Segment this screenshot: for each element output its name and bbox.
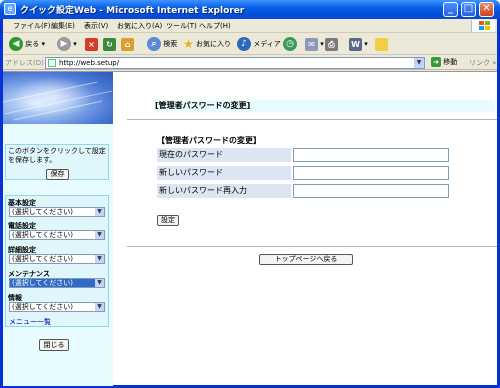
address-input[interactable]: http://web.setup/ ▼ — [45, 57, 425, 69]
menu-list-link[interactable]: メニュー一覧 — [9, 317, 51, 327]
new-password-row: 新しいパスワード — [157, 166, 449, 180]
basic-settings-value: (選択してください) — [12, 208, 74, 216]
new-password-label: 新しいパスワード — [157, 166, 291, 180]
divider — [127, 119, 497, 120]
menu-view[interactable]: 表示(V) — [84, 21, 108, 31]
close-button[interactable]: 閉じる — [39, 339, 69, 351]
save-instruction: このボタンをクリックして設定を保存します。 — [8, 147, 106, 164]
print-button[interactable]: ⎙ — [325, 36, 338, 52]
divider — [127, 246, 497, 247]
edit-button[interactable]: W ▾ — [349, 36, 368, 52]
page-icon — [48, 59, 56, 67]
address-bar: アドレス(D) http://web.setup/ ▼ ➜ 移動 リンク » — [3, 56, 497, 70]
favorites-button[interactable]: ★ お気に入り — [183, 36, 231, 52]
info-select[interactable]: (選択してください) ▼ — [9, 302, 105, 312]
discuss-icon — [375, 37, 388, 51]
discuss-button[interactable] — [375, 36, 388, 52]
basic-settings-select[interactable]: (選択してください) ▼ — [9, 207, 105, 217]
menu-edit[interactable]: 編集(E) — [51, 21, 75, 31]
menu-tools[interactable]: ツール(T) — [166, 21, 197, 31]
address-dropdown-icon[interactable]: ▼ — [414, 58, 424, 68]
forward-icon: ▶ — [57, 37, 71, 51]
page-title: [管理者パスワードの変更] — [155, 100, 495, 112]
main-content: [管理者パスワードの変更] 【管理者パスワードの変更】 現在のパスワード 新しい… — [113, 72, 497, 386]
menu-help[interactable]: ヘルプ(H) — [199, 21, 231, 31]
history-button[interactable]: ◷ — [283, 36, 297, 52]
favorites-label: お気に入り — [196, 40, 231, 48]
media-button[interactable]: ♪ メディア — [237, 36, 281, 52]
refresh-icon: ↻ — [103, 37, 116, 51]
save-button[interactable]: 保存 — [46, 169, 69, 180]
media-icon: ♪ — [237, 37, 251, 51]
toolbar: ◀ 戻る ▾ ▶ ▾ × ↻ ⌂ ⌕ 検索 ★ お気に入り ♪ メディア ◷ ✉… — [3, 34, 497, 55]
menu-bar: ファイル(F) 編集(E) 表示(V) お気に入り(A) ツール(T) ヘルプ(… — [3, 19, 497, 33]
confirm-password-field[interactable] — [293, 184, 449, 198]
submit-button[interactable]: 設定 — [157, 215, 179, 226]
address-label: アドレス(D) — [5, 59, 44, 67]
chevron-down-icon: ▼ — [95, 279, 104, 287]
address-url: http://web.setup/ — [59, 59, 120, 67]
back-to-top-button[interactable]: トップページへ戻る — [259, 254, 353, 265]
print-icon: ⎙ — [325, 37, 338, 51]
refresh-button[interactable]: ↻ — [103, 36, 116, 52]
mail-icon: ✉ — [305, 37, 318, 51]
sidebar: このボタンをクリックして設定を保存します。 保存 基本設定 (選択してください)… — [3, 72, 113, 386]
mail-button[interactable]: ✉ ▾ — [305, 36, 324, 52]
favorites-icon: ★ — [183, 37, 194, 51]
home-icon: ⌂ — [121, 37, 134, 51]
current-password-field[interactable] — [293, 148, 449, 162]
windows-logo-icon — [471, 20, 495, 32]
current-password-row: 現在のパスワード — [157, 148, 449, 162]
menu-favorites[interactable]: お気に入り(A) — [117, 21, 162, 31]
browser-window: e クイック設定Web - Microsoft Internet Explore… — [0, 0, 500, 388]
stop-button[interactable]: × — [85, 36, 98, 52]
search-label: 検索 — [163, 40, 178, 48]
settings-nav: 基本設定 (選択してください) ▼ 電話設定 (選択してください) ▼ 詳細設定… — [5, 195, 109, 327]
phone-settings-select[interactable]: (選択してください) ▼ — [9, 230, 105, 240]
advanced-settings-value: (選択してください) — [12, 255, 74, 263]
chevron-down-icon: ▼ — [95, 231, 104, 239]
maintenance-value: (選択してください) — [12, 279, 74, 287]
chevron-down-icon: ▼ — [95, 208, 104, 216]
page-viewport: このボタンをクリックして設定を保存します。 保存 基本設定 (選択してください)… — [3, 71, 497, 386]
sidebar-banner-image — [3, 72, 113, 124]
save-panel: このボタンをクリックして設定を保存します。 保存 — [5, 144, 109, 180]
go-arrow-icon: ➜ — [431, 57, 441, 67]
new-password-field[interactable] — [293, 166, 449, 180]
maximize-button[interactable]: □ — [461, 2, 476, 17]
back-button[interactable]: ◀ 戻る ▾ — [9, 36, 45, 52]
section-title: 【管理者パスワードの変更】 — [157, 136, 261, 145]
phone-settings-value: (選択してください) — [12, 231, 74, 239]
maintenance-select[interactable]: (選択してください) ▼ — [9, 278, 105, 288]
search-button[interactable]: ⌕ 検索 — [147, 36, 177, 52]
forward-button[interactable]: ▶ ▾ — [57, 36, 77, 52]
back-label: 戻る — [25, 40, 40, 48]
links-button[interactable]: リンク » — [469, 58, 497, 68]
go-button[interactable]: ➜ 移動 — [431, 57, 457, 67]
advanced-settings-select[interactable]: (選択してください) ▼ — [9, 254, 105, 264]
window-title: クイック設定Web - Microsoft Internet Explorer — [20, 6, 245, 16]
search-icon: ⌕ — [147, 37, 161, 51]
confirm-password-row: 新しいパスワード再入力 — [157, 184, 449, 198]
close-window-button[interactable]: ✕ — [479, 2, 494, 17]
stop-icon: × — [85, 37, 98, 51]
menu-file[interactable]: ファイル(F) — [13, 21, 51, 31]
title-bar: e クイック設定Web - Microsoft Internet Explore… — [0, 0, 500, 19]
info-value: (選択してください) — [12, 303, 74, 311]
chevron-down-icon: ▼ — [95, 255, 104, 263]
chevron-down-icon: ▼ — [95, 303, 104, 311]
browser-chrome: ファイル(F) 編集(E) 表示(V) お気に入り(A) ツール(T) ヘルプ(… — [3, 19, 497, 386]
edit-icon: W — [349, 37, 362, 51]
media-label: メディア — [253, 40, 281, 48]
minimize-button[interactable]: _ — [443, 2, 458, 17]
back-icon: ◀ — [9, 37, 23, 51]
go-label: 移動 — [443, 58, 458, 66]
ie-app-icon: e — [4, 3, 16, 15]
home-button[interactable]: ⌂ — [121, 36, 134, 52]
confirm-password-label: 新しいパスワード再入力 — [157, 184, 291, 198]
current-password-label: 現在のパスワード — [157, 148, 291, 162]
history-icon: ◷ — [283, 37, 297, 51]
